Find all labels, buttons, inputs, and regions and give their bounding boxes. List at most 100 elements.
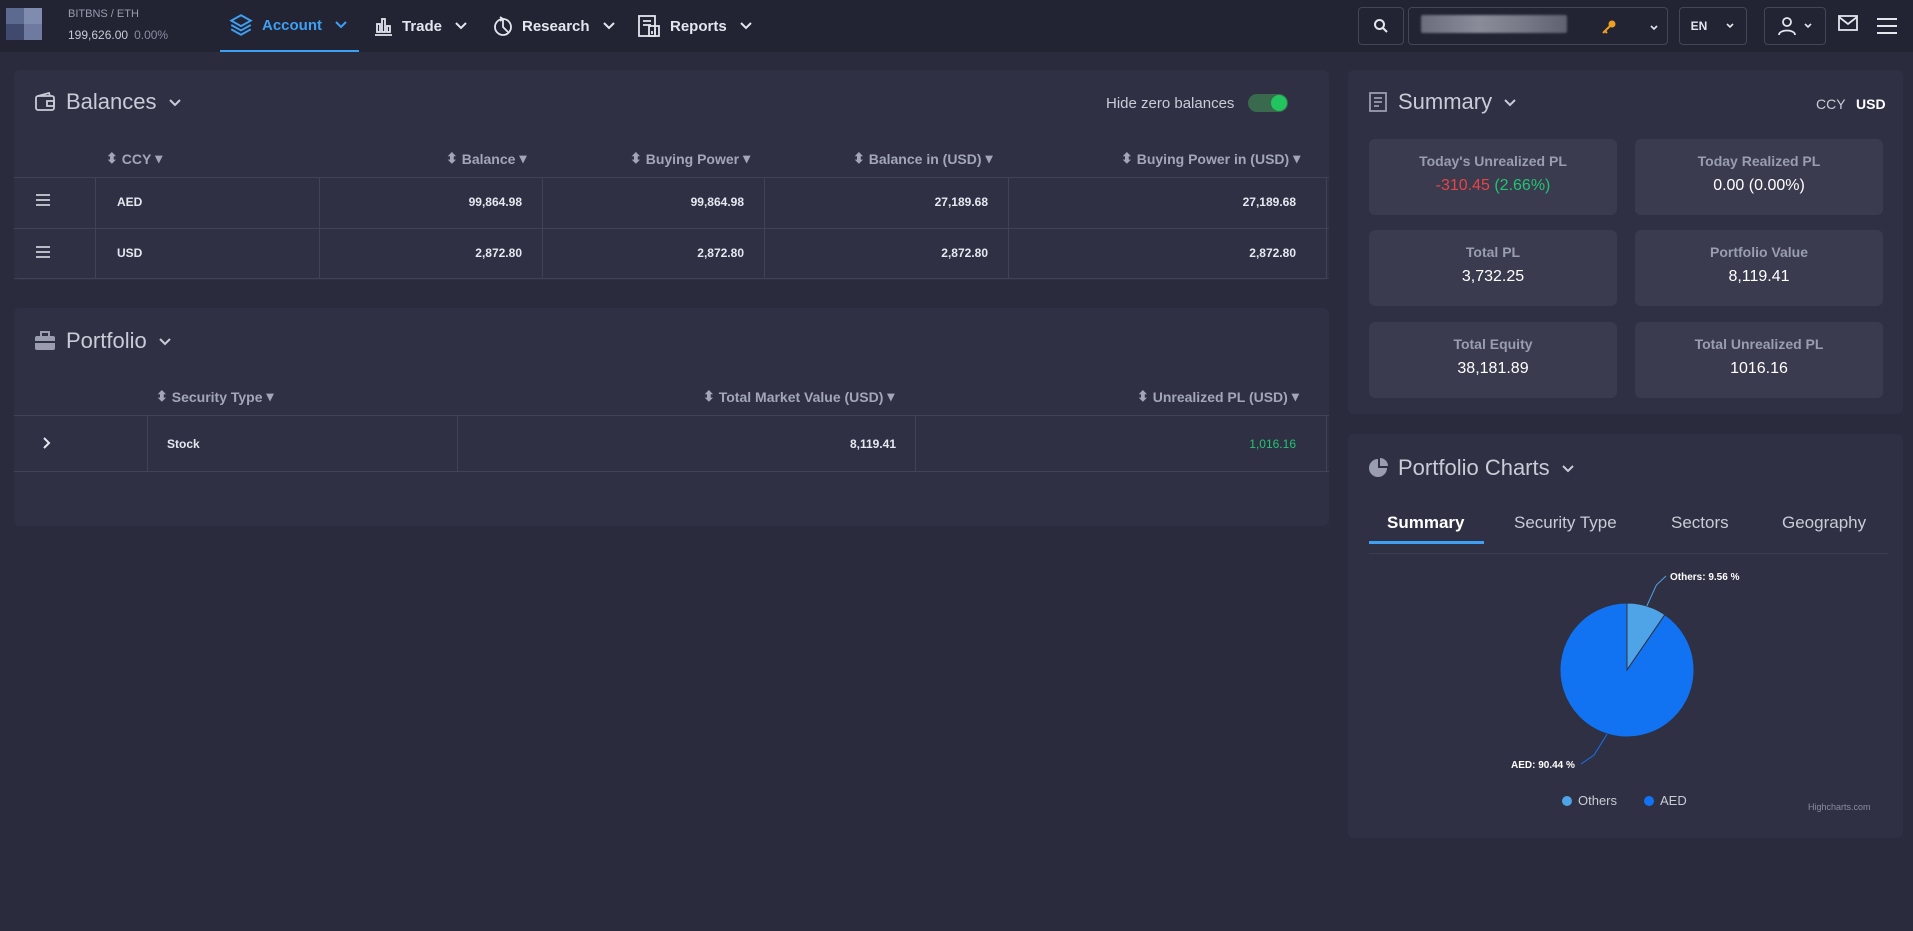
sort-icon: ⬍ — [853, 150, 865, 166]
col-buying-power-usd[interactable]: ⬍ Buying Power in (USD) ▾ — [1121, 150, 1300, 167]
col-ccy-label: CCY — [121, 150, 152, 167]
tile-label: Total Equity — [1453, 336, 1533, 352]
divider — [1326, 415, 1327, 471]
col-balance-usd-label: Balance in (USD) — [868, 150, 982, 167]
balances-header[interactable]: Balances — [34, 89, 183, 115]
filter-icon: ▾ — [887, 388, 895, 404]
divider — [1326, 177, 1327, 278]
divider — [542, 177, 543, 278]
portfolio-panel — [14, 308, 1329, 526]
tile-label: Total Unrealized PL — [1694, 336, 1824, 352]
col-ccy[interactable]: ⬍ CCY ▾ — [106, 150, 162, 167]
data-label-connector — [1646, 575, 1667, 607]
tab-summary[interactable]: Summary — [1387, 513, 1464, 533]
active-tab-indicator — [1369, 541, 1484, 544]
tab-security-type[interactable]: Security Type — [1514, 513, 1617, 533]
divider — [95, 177, 96, 278]
filter-icon: ▾ — [985, 150, 993, 166]
table-cell: AED — [117, 195, 143, 209]
sort-icon: ⬍ — [1137, 388, 1149, 404]
tab-geography[interactable]: Geography — [1782, 513, 1866, 533]
table-cell: 27,189.68 — [1242, 195, 1296, 209]
pie-chart: Others: 9.56 % AED: 90.44 % Others AED — [1511, 572, 1740, 808]
table-cell: 2,872.80 — [1249, 246, 1296, 260]
nav-reports[interactable]: Reports — [636, 0, 753, 52]
divider — [319, 177, 320, 278]
tile-total-pl: Total PL 3,732.25 — [1369, 230, 1617, 306]
chevron-down-icon — [1561, 465, 1574, 473]
pie-slice-aed[interactable] — [1559, 602, 1695, 738]
legend-marker-aed[interactable] — [1644, 796, 1654, 806]
user-menu-button[interactable] — [1764, 7, 1826, 45]
tab-sectors[interactable]: Sectors — [1671, 513, 1729, 533]
row-menu-icon[interactable] — [36, 246, 50, 258]
col-security-type[interactable]: ⬍ Security Type ▾ — [156, 388, 274, 405]
data-label-aed: AED: 90.44 % — [1511, 760, 1575, 771]
divider — [14, 278, 1329, 279]
sort-icon: ⬍ — [446, 150, 458, 166]
portfolio-header[interactable]: Portfolio — [34, 328, 173, 354]
chevron-down-icon — [168, 99, 181, 107]
col-total-market-value[interactable]: ⬍ Total Market Value (USD) ▾ — [703, 388, 894, 405]
filter-icon: ▾ — [155, 150, 163, 166]
table-cell: 2,872.80 — [697, 246, 744, 260]
search-button[interactable] — [1358, 7, 1404, 45]
col-balance[interactable]: ⬍ Balance ▾ — [446, 150, 526, 167]
tile-label: Today's Unrealized PL — [1419, 153, 1567, 169]
col-buying-power[interactable]: ⬍ Buying Power ▾ — [630, 150, 750, 167]
layers-icon — [229, 14, 253, 36]
col-buying-power-label: Buying Power — [645, 150, 740, 167]
hamburger-menu-icon[interactable] — [1876, 17, 1898, 35]
expand-row-icon[interactable] — [42, 436, 52, 450]
sort-icon: ⬍ — [630, 150, 642, 166]
sort-icon: ⬍ — [703, 388, 715, 404]
col-balance-usd[interactable]: ⬍ Balance in (USD) ▾ — [853, 150, 993, 167]
table-cell: 99,864.98 — [690, 195, 744, 209]
data-label-connector — [1580, 733, 1608, 765]
mail-icon[interactable] — [1838, 15, 1858, 31]
data-label-others: Others: 9.56 % — [1670, 572, 1740, 583]
highcharts-credit[interactable]: Highcharts.com — [1808, 802, 1871, 812]
hide-zero-toggle[interactable] — [1248, 94, 1288, 112]
divider — [14, 228, 1329, 229]
portfolio-charts-header[interactable]: Portfolio Charts — [1368, 455, 1576, 481]
col-unrealized-pl[interactable]: ⬍ Unrealized PL (USD) ▾ — [1137, 388, 1299, 405]
key-icon — [1602, 20, 1616, 34]
tabs-divider — [1369, 553, 1888, 554]
chevron-down-icon — [335, 21, 347, 29]
nav-account[interactable]: Account — [220, 0, 359, 52]
row-menu-icon[interactable] — [36, 194, 50, 206]
tile-value: 0.00 (0.00%) — [1713, 177, 1805, 194]
tile-value: 8,119.41 — [1728, 268, 1790, 285]
ticker-value: 199,626.00 0.00% — [68, 28, 168, 42]
chevron-down-icon — [739, 22, 752, 30]
col-security-type-label: Security Type — [171, 388, 263, 405]
ccy-value[interactable]: USD — [1856, 96, 1886, 112]
summary-header[interactable]: Summary — [1368, 89, 1518, 115]
chevron-down-icon — [455, 22, 467, 30]
app-logo[interactable] — [6, 8, 42, 40]
filter-icon: ▾ — [743, 150, 751, 166]
tile-value: 38,181.89 — [1457, 360, 1529, 377]
table-cell: 2,872.80 — [941, 246, 988, 260]
ccy-label[interactable]: CCY — [1816, 96, 1846, 112]
chevron-down-icon — [1504, 99, 1516, 107]
summary-title: Summary — [1398, 89, 1493, 114]
nav-account-label: Account — [262, 16, 322, 34]
document-icon — [1369, 92, 1387, 112]
trade-chart-icon — [375, 18, 392, 36]
table-cell: USD — [117, 246, 143, 260]
nav-research[interactable]: Research — [492, 0, 616, 52]
filter-icon: ▾ — [1291, 388, 1299, 404]
legend-marker-others[interactable] — [1562, 796, 1572, 806]
language-select[interactable]: EN — [1679, 7, 1747, 45]
search-icon — [1374, 19, 1388, 33]
sort-icon: ⬍ — [156, 388, 168, 404]
legend-label-others[interactable]: Others — [1578, 793, 1618, 808]
ticker-name[interactable]: BITBNS / ETH — [68, 8, 139, 20]
hide-zero-label: Hide zero balances — [1106, 95, 1235, 112]
legend-label-aed[interactable]: AED — [1660, 793, 1687, 808]
nav-trade[interactable]: Trade — [372, 0, 468, 52]
filter-icon: ▾ — [1293, 150, 1301, 166]
tile-percent: (2.66%) — [1494, 177, 1551, 194]
